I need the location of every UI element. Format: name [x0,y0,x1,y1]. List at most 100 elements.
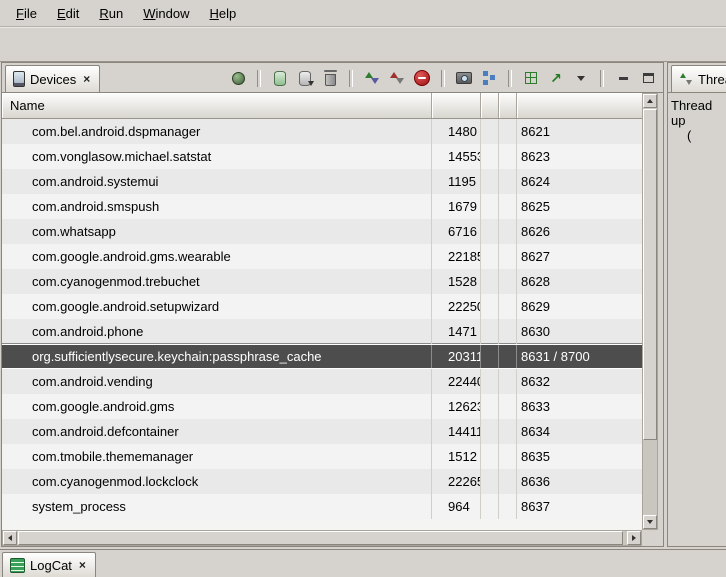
column-header-empty[interactable] [481,93,499,118]
logcat-icon [10,558,25,573]
column-header-empty[interactable] [499,93,517,118]
tab-logcat[interactable]: LogCat × [2,552,96,577]
menu-run[interactable]: Run [89,3,133,24]
cause-gc-icon[interactable] [319,68,341,88]
empty-cell [499,219,517,244]
debug-process-icon[interactable] [227,68,249,88]
process-port: 8624 [517,169,642,194]
empty-cell [499,244,517,269]
empty-cell [499,419,517,444]
empty-cell [481,345,499,368]
table-row[interactable]: com.google.android.gms.wearable221858627 [2,244,642,269]
process-pid: 22265 [432,469,481,494]
threads-message-line1: Thread up [671,98,723,128]
vertical-scrollbar[interactable] [642,93,658,530]
table-row[interactable]: com.cyanogenmod.lockclock222658636 [2,469,642,494]
table-row[interactable]: com.tmobile.thememanager15128635 [2,444,642,469]
method-profiling-icon[interactable] [386,68,408,88]
process-pid: 1528 [432,269,481,294]
empty-cell [481,119,499,144]
process-port: 8635 [517,444,642,469]
process-pid: 1471 [432,319,481,344]
table-row[interactable]: com.android.vending224408632 [2,369,642,394]
tab-devices[interactable]: Devices × [5,65,100,92]
toolbar-separator [257,70,261,87]
empty-cell [499,269,517,294]
up-arrow-icon [647,99,653,103]
table-row[interactable]: system_process9648637 [2,494,642,519]
menu-edit[interactable]: Edit [47,3,89,24]
table-row[interactable]: com.bel.android.dspmanager14808621 [2,119,642,144]
process-port: 8627 [517,244,642,269]
opengl-trace-icon[interactable] [545,68,567,88]
scroll-right-button[interactable] [627,531,641,545]
scroll-up-button[interactable] [643,94,657,108]
minimize-icon[interactable] [612,68,634,88]
process-port: 8626 [517,219,642,244]
menu-file[interactable]: File [6,3,47,24]
table-row[interactable]: com.google.android.gms126238633 [2,394,642,419]
column-header-pid[interactable] [432,93,481,118]
table-row[interactable]: com.android.defcontainer144118634 [2,419,642,444]
close-icon[interactable]: × [81,73,92,85]
table-row[interactable]: com.android.smspush16798625 [2,194,642,219]
toolbar-separator [441,70,445,87]
process-port: 8631 / 8700 [517,345,642,368]
menu-help[interactable]: Help [199,3,246,24]
menu-bar: FileEditRunWindowHelp [0,0,726,27]
view-menu-chevron-icon[interactable] [570,68,592,88]
system-ui-capture-icon[interactable] [520,68,542,88]
empty-cell [481,319,499,344]
table-row[interactable]: com.google.android.setupwizard222508629 [2,294,642,319]
process-pid: 6716 [432,219,481,244]
horizontal-scroll-thumb[interactable] [18,531,623,545]
empty-cell [481,419,499,444]
empty-cell [481,494,499,519]
empty-cell [499,194,517,219]
process-pid: 964 [432,494,481,519]
process-name: system_process [2,494,432,519]
process-name: com.bel.android.dspmanager [2,119,432,144]
close-icon[interactable]: × [77,559,88,571]
column-header-port[interactable] [517,93,642,118]
process-pid: 22440 [432,369,481,394]
table-row[interactable]: com.android.systemui11958624 [2,169,642,194]
update-threads-icon[interactable] [361,68,383,88]
menu-window[interactable]: Window [133,3,199,24]
view-hierarchy-icon[interactable] [478,68,500,88]
maximize-icon[interactable] [637,68,659,88]
process-name: com.android.phone [2,319,432,344]
table-row[interactable]: com.android.phone14718630 [2,319,642,344]
horizontal-scrollbar[interactable] [2,530,642,546]
scroll-left-button[interactable] [3,531,17,545]
right-arrow-icon [632,535,636,541]
stop-process-icon[interactable] [411,68,433,88]
devices-view: Devices × Name com.bel.android.dspmanage… [1,62,664,547]
empty-cell [499,394,517,419]
process-pid: 1512 [432,444,481,469]
down-arrow-icon [647,520,653,524]
process-port: 8636 [517,469,642,494]
process-name: com.android.smspush [2,194,432,219]
process-pid: 22250 [432,294,481,319]
update-heap-icon[interactable] [269,68,291,88]
dump-hprof-icon[interactable] [294,68,316,88]
logcat-tab-label: LogCat [30,558,72,573]
process-name: com.vonglasow.michael.satstat [2,144,432,169]
empty-cell [499,294,517,319]
ddms-window: { "colors": { "chrome_bg": "#d6d3ce", "s… [0,0,726,577]
table-row[interactable]: com.cyanogenmod.trebuchet15288628 [2,269,642,294]
vertical-scroll-thumb[interactable] [643,109,657,440]
column-header-name[interactable]: Name [2,93,432,118]
empty-cell [481,144,499,169]
table-row[interactable]: com.whatsapp67168626 [2,219,642,244]
process-pid: 22185 [432,244,481,269]
screen-capture-icon[interactable] [453,68,475,88]
devices-tabbar: Devices × [2,63,663,93]
table-row[interactable]: org.sufficientlysecure.keychain:passphra… [2,344,642,369]
process-name: com.android.systemui [2,169,432,194]
process-pid: 14411 [432,419,481,444]
table-row[interactable]: com.vonglasow.michael.satstat145538623 [2,144,642,169]
scroll-down-button[interactable] [643,515,657,529]
tab-threads[interactable]: Threads [671,65,726,92]
